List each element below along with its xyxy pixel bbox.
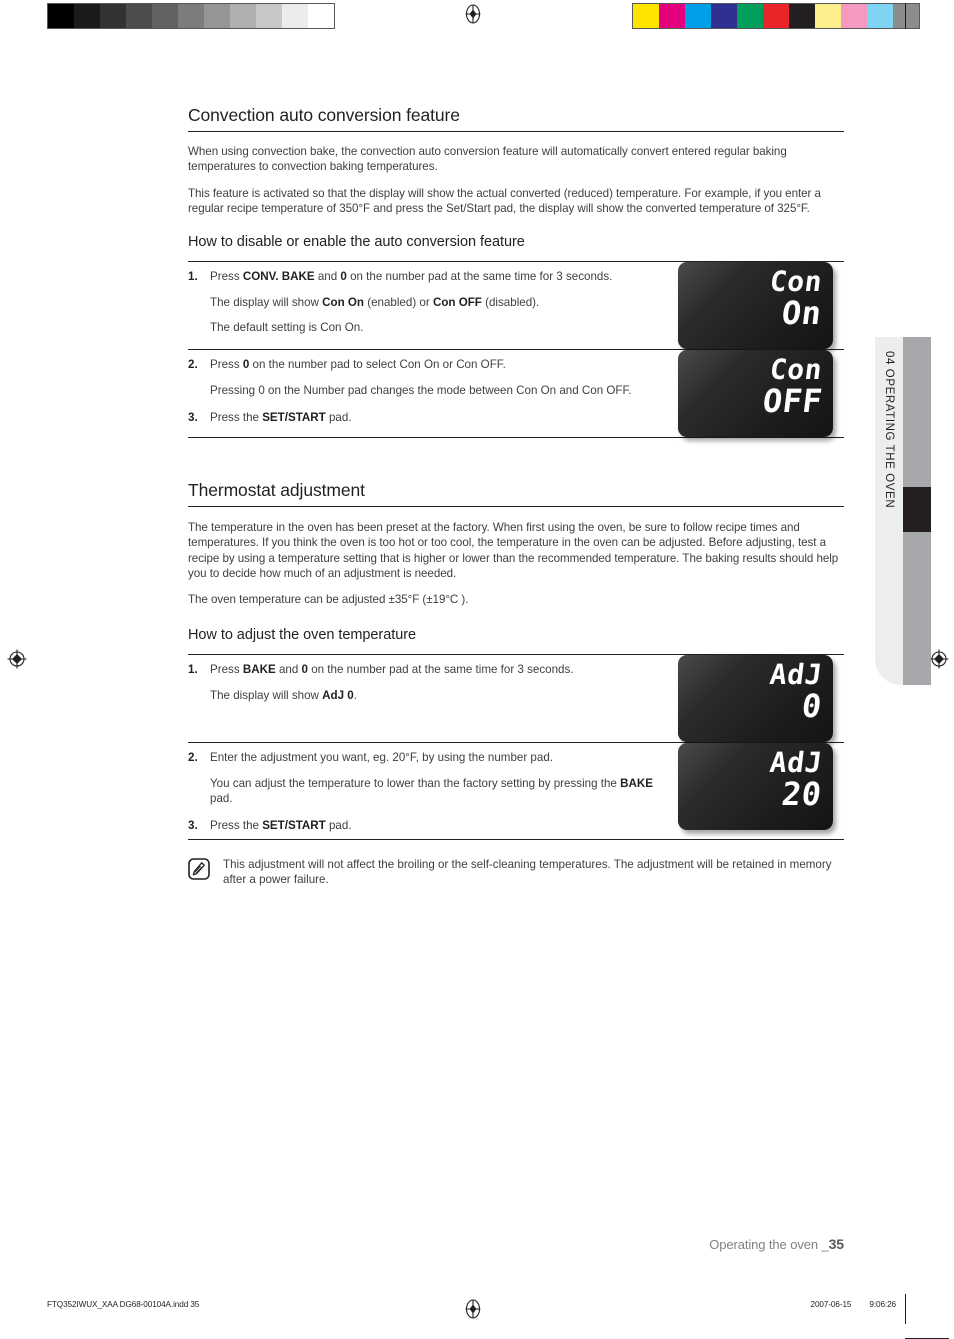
chapter-tab-label: 04 OPERATING THE OVEN xyxy=(883,351,895,509)
step-line: 3. Press the SET/START pad. xyxy=(188,818,678,833)
page-footer: Operating the oven _35 xyxy=(0,1236,844,1252)
step-display-cell: Con On xyxy=(678,262,844,350)
step-number: 1. xyxy=(188,270,198,284)
led-display-line-1: AdJ xyxy=(767,657,825,691)
instruction-step-row: 2. Enter the adjustment you want, eg. 20… xyxy=(188,742,844,839)
registration-mark-left-icon xyxy=(6,648,28,670)
step-line: 3. Press the SET/START pad. xyxy=(188,410,678,425)
color-swatch-9 xyxy=(867,4,893,28)
step-line: 1. Press BAKE and 0 on the number pad at… xyxy=(188,662,678,677)
step-text: Press the SET/START pad. xyxy=(210,410,352,424)
instruction-step-row: 2. Press 0 on the number pad to select C… xyxy=(188,350,844,438)
oven-led-display: AdJ 0 xyxy=(678,654,833,742)
color-swatch-8 xyxy=(841,4,867,28)
led-display-line-1: Con xyxy=(767,265,825,299)
step-text: You can adjust the temperature to lower … xyxy=(210,776,653,806)
print-timestamp: 2007-06-15 9:06:26 xyxy=(792,1300,896,1309)
step-text: The display will show Con On (enabled) o… xyxy=(210,296,540,310)
section-paragraph: This feature is activated so that the di… xyxy=(188,186,821,215)
step-line: 2. Press 0 on the number pad to select C… xyxy=(188,357,678,372)
step-text: Pressing 0 on the Number pad changes the… xyxy=(210,384,632,398)
step-number: 2. xyxy=(188,358,198,372)
step-text: Press the SET/START pad. xyxy=(210,818,352,832)
section-paragraph: The temperature in the oven has been pre… xyxy=(188,521,839,581)
page-footer-label: Operating the oven _ xyxy=(709,1237,829,1252)
step-line: 2. Enter the adjustment you want, eg. 20… xyxy=(188,750,678,765)
section-paragraph: When using convection bake, the convecti… xyxy=(188,145,787,174)
page-content: Convection auto conversion feature When … xyxy=(188,0,844,887)
note-text: This adjustment will not affect the broi… xyxy=(223,857,832,887)
print-time: 9:06:26 xyxy=(869,1300,896,1309)
oven-led-display: AdJ 20 xyxy=(678,742,833,830)
step-text: Enter the adjustment you want, eg. 20°F,… xyxy=(210,750,553,764)
step-text: The default setting is Con On. xyxy=(210,320,364,334)
step-text: Press 0 on the number pad to select Con … xyxy=(210,358,506,372)
step-text: Press CONV. BAKE and 0 on the number pad… xyxy=(210,270,613,284)
color-swatch-10 xyxy=(893,4,919,28)
led-display-line-1: AdJ xyxy=(767,745,825,779)
print-footer: FTQ352IWUX_XAA DG68-00104A.indd 35 2007-… xyxy=(0,1294,954,1339)
step-display-cell: Con OFF xyxy=(678,350,844,438)
grayscale-swatch-3 xyxy=(126,4,152,28)
trim-rule-top-right xyxy=(905,3,906,29)
print-date: 2007-06-15 xyxy=(810,1300,852,1309)
instruction-step-row: 1. Press CONV. BAKE and 0 on the number … xyxy=(188,262,844,350)
chapter-index-marker xyxy=(903,487,931,532)
note-pen-icon xyxy=(188,858,210,880)
print-filename: FTQ352IWUX_XAA DG68-00104A.indd 35 xyxy=(47,1300,200,1309)
led-display-line-2: On xyxy=(780,294,825,333)
step-number: 3. xyxy=(188,410,198,424)
subsection-heading-auto-conversion: How to disable or enable the auto conver… xyxy=(188,234,525,251)
subsection-heading-adjust-temp: How to adjust the oven temperature xyxy=(188,626,417,643)
led-display-line-2: 0 xyxy=(799,686,825,725)
step-number: 1. xyxy=(188,662,198,676)
step-text: The display will show AdJ 0. xyxy=(210,688,357,702)
step-line: 1. Press CONV. BAKE and 0 on the number … xyxy=(188,269,678,284)
grayscale-swatch-4 xyxy=(152,4,178,28)
trim-rule-bottom-right xyxy=(905,1294,906,1324)
oven-led-display: Con On xyxy=(678,262,833,350)
step-text: Press BAKE and 0 on the number pad at th… xyxy=(210,662,574,676)
section-paragraph: The oven temperature can be adjusted ±35… xyxy=(188,593,469,607)
step-display-cell: AdJ 0 xyxy=(678,654,844,742)
step-number: 3. xyxy=(188,818,198,832)
instruction-step-row: 1. Press BAKE and 0 on the number pad at… xyxy=(188,654,844,742)
step-number: 2. xyxy=(188,750,198,764)
led-display-line-2: 20 xyxy=(780,774,825,813)
grayscale-swatch-2 xyxy=(100,4,126,28)
note-box: This adjustment will not affect the broi… xyxy=(188,857,844,888)
oven-led-display: Con OFF xyxy=(678,350,833,438)
step-display-cell: AdJ 20 xyxy=(678,742,844,830)
grayscale-swatch-1 xyxy=(74,4,100,28)
led-display-line-2: OFF xyxy=(760,382,825,421)
chapter-tab-label-wrap: 04 OPERATING THE OVEN xyxy=(875,337,903,685)
led-display-line-1: Con xyxy=(767,353,825,387)
registration-mark-right-icon xyxy=(928,648,950,670)
page-number: 35 xyxy=(828,1236,844,1252)
grayscale-swatch-0 xyxy=(48,4,74,28)
section-heading-thermostat: Thermostat adjustment xyxy=(188,480,844,508)
section-heading-convection: Convection auto conversion feature xyxy=(188,105,844,132)
